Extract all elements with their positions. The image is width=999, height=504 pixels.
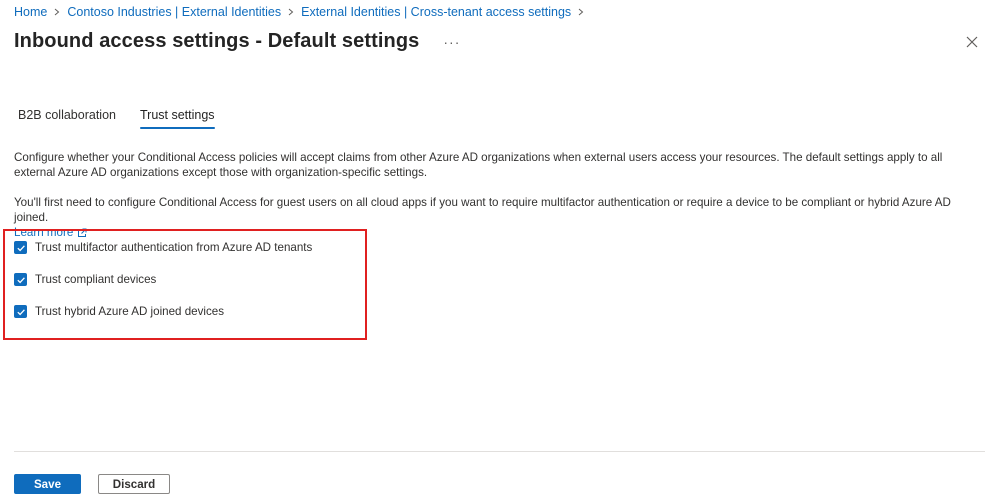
note-text: You'll first need to configure Condition… <box>14 196 951 224</box>
chevron-right-icon <box>287 8 295 16</box>
tab-bar: B2B collaboration Trust settings <box>14 102 235 129</box>
tab-trust-settings[interactable]: Trust settings <box>136 102 219 129</box>
trust-compliant-devices-label: Trust compliant devices <box>35 273 157 286</box>
checkbox-checked-icon <box>14 241 27 254</box>
trust-mfa-checkbox[interactable]: Trust multifactor authentication from Az… <box>14 241 312 254</box>
trust-hybrid-joined-devices-checkbox[interactable]: Trust hybrid Azure AD joined devices <box>14 305 224 318</box>
tab-b2b-collaboration[interactable]: B2B collaboration <box>14 102 120 129</box>
title-row: Inbound access settings - Default settin… <box>14 30 464 53</box>
save-button[interactable]: Save <box>14 474 81 494</box>
trust-compliant-devices-checkbox[interactable]: Trust compliant devices <box>14 273 156 286</box>
more-options-button[interactable]: ··· <box>439 34 464 50</box>
breadcrumb-cross-tenant-access-settings[interactable]: External Identities | Cross-tenant acces… <box>301 5 571 19</box>
chevron-right-icon <box>577 8 585 16</box>
checkbox-checked-icon <box>14 305 27 318</box>
trust-mfa-label: Trust multifactor authentication from Az… <box>35 241 313 254</box>
close-icon <box>965 35 979 49</box>
page: Home Contoso Industries | External Ident… <box>0 0 999 504</box>
breadcrumb-contoso-external-identities[interactable]: Contoso Industries | External Identities <box>67 5 281 19</box>
close-button[interactable] <box>965 35 979 49</box>
checkbox-checked-icon <box>14 273 27 286</box>
page-title: Inbound access settings - Default settin… <box>14 30 420 52</box>
breadcrumb-home[interactable]: Home <box>14 5 47 19</box>
trust-hybrid-joined-devices-label: Trust hybrid Azure AD joined devices <box>35 305 225 318</box>
breadcrumb: Home Contoso Industries | External Ident… <box>14 5 591 19</box>
chevron-right-icon <box>53 8 61 16</box>
discard-button[interactable]: Discard <box>98 474 170 494</box>
footer-divider <box>14 451 985 452</box>
description-text: Configure whether your Conditional Acces… <box>14 151 943 179</box>
